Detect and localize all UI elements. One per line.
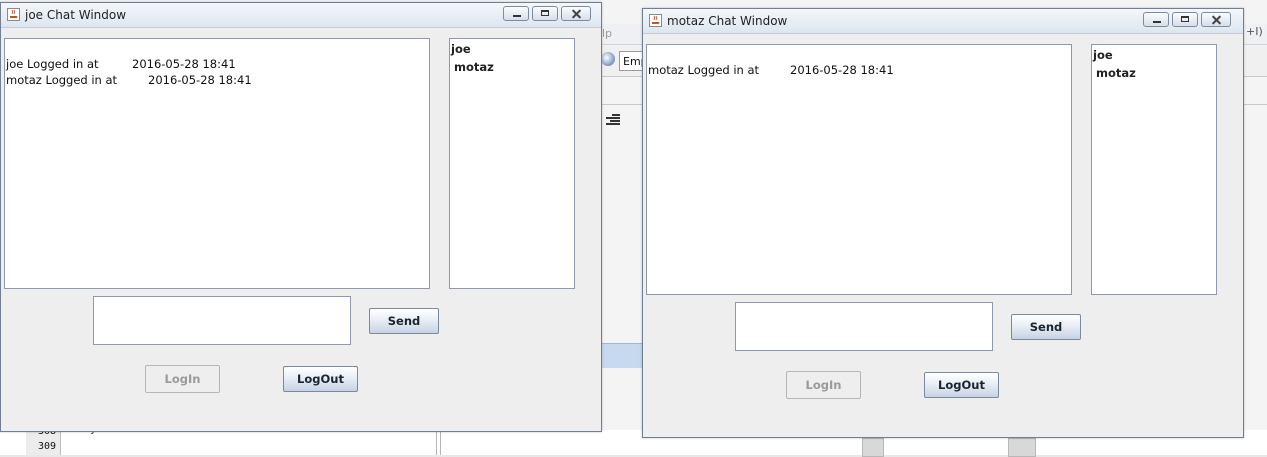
globe-icon	[601, 52, 615, 66]
minimize-icon[interactable]	[503, 6, 529, 21]
window-controls	[500, 6, 591, 23]
title-bar[interactable]: motaz Chat Window	[643, 9, 1243, 34]
send-button[interactable]: Send	[1011, 314, 1081, 340]
online-users-list[interactable]: joe motaz	[1091, 44, 1217, 295]
window-title: joe Chat Window	[25, 8, 127, 22]
logout-button[interactable]: LogOut	[283, 366, 358, 392]
user-item[interactable]: motaz	[454, 60, 494, 74]
ide-divider	[436, 430, 437, 455]
close-icon[interactable]	[1201, 12, 1231, 27]
message-text: motaz Logged in at	[6, 73, 118, 87]
user-item[interactable]: joe	[1093, 48, 1113, 62]
chat-window-joe[interactable]: joe Chat Window joe Logged in at 2016-05…	[0, 2, 602, 432]
gutter-line-number: 309	[37, 441, 56, 452]
maximize-icon[interactable]	[532, 6, 558, 21]
message-line: joe Logged in at 2016-05-28 18:41	[6, 57, 236, 71]
close-icon[interactable]	[561, 6, 591, 21]
logout-button[interactable]: LogOut	[924, 372, 999, 398]
window-title: motaz Chat Window	[667, 14, 788, 28]
ide-menu-text: lp	[602, 27, 613, 40]
message-timestamp: 2016-05-28 18:41	[790, 63, 894, 77]
chat-window-motaz[interactable]: motaz Chat Window motaz Logged in at 201…	[642, 8, 1244, 438]
message-line: motaz Logged in at 2016-05-28 18:41	[6, 73, 252, 87]
java-cup-icon	[649, 14, 662, 27]
ide-line-gutter: 308 309	[26, 426, 61, 455]
message-text: motaz Logged in at	[648, 63, 760, 77]
user-item[interactable]: joe	[451, 42, 471, 56]
message-area[interactable]: motaz Logged in at 2016-05-28 18:41	[646, 44, 1072, 295]
java-cup-icon	[7, 8, 20, 21]
ide-panel-block	[1008, 438, 1036, 457]
user-item[interactable]: motaz	[1096, 66, 1136, 80]
title-bar[interactable]: joe Chat Window	[1, 3, 601, 28]
login-button[interactable]: LogIn	[145, 365, 220, 393]
message-input[interactable]	[93, 296, 351, 345]
ide-panel-header	[600, 343, 645, 368]
message-input[interactable]	[735, 302, 993, 351]
ide-right-edge-text: +I)	[1246, 25, 1263, 38]
login-button[interactable]: LogIn	[786, 371, 861, 399]
maximize-icon[interactable]	[1172, 12, 1198, 27]
ide-divider	[440, 430, 441, 455]
window-controls	[1140, 12, 1231, 29]
message-line: motaz Logged in at 2016-05-28 18:41	[648, 63, 894, 77]
send-button[interactable]: Send	[369, 308, 439, 334]
online-users-list[interactable]: joe motaz	[449, 38, 575, 289]
message-area[interactable]: joe Logged in at 2016-05-28 18:41 motaz …	[4, 38, 430, 289]
message-timestamp: 2016-05-28 18:41	[132, 57, 236, 71]
minimize-icon[interactable]	[1143, 12, 1169, 27]
align-right-icon[interactable]	[606, 114, 620, 126]
ide-panel-block	[862, 438, 884, 457]
message-timestamp: 2016-05-28 18:41	[148, 73, 252, 87]
message-text: joe Logged in at	[6, 57, 99, 71]
